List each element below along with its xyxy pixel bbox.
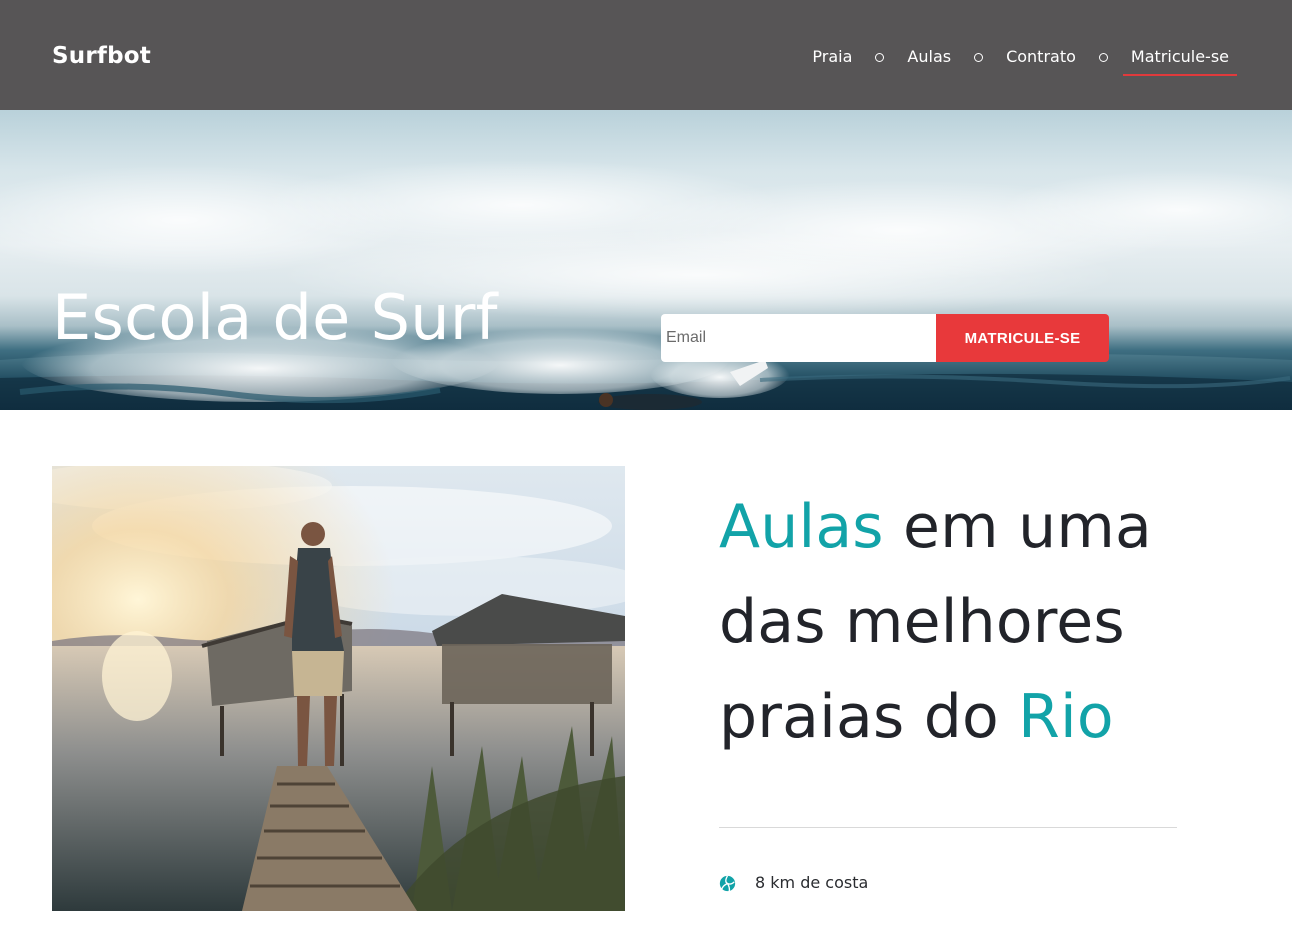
nav-item-matricule-se[interactable]: Matricule-se bbox=[1122, 38, 1238, 76]
signup-form: MATRICULE-SE bbox=[661, 314, 1109, 362]
surfer-on-pier-photo bbox=[52, 466, 625, 911]
about-headline: Aulas em uma das melhores praias do Rio bbox=[719, 480, 1239, 765]
top-navbar: Surfbot Praia Aulas Contrato Matricule-s… bbox=[0, 0, 1292, 110]
headline-accent-rio: Rio bbox=[1018, 682, 1114, 752]
main-nav: Praia Aulas Contrato Matricule-se bbox=[804, 38, 1238, 76]
brand-logo[interactable]: Surfbot bbox=[52, 40, 151, 72]
volleyball-icon bbox=[719, 875, 736, 891]
photo-illustration bbox=[52, 466, 625, 911]
signup-button[interactable]: MATRICULE-SE bbox=[936, 314, 1109, 362]
feature-text: 8 km de costa bbox=[755, 873, 869, 892]
nav-item-aulas[interactable]: Aulas bbox=[899, 38, 959, 76]
hero-banner: Escola de Surf MATRICULE-SE bbox=[0, 110, 1292, 410]
hero-title: Escola de Surf bbox=[52, 281, 498, 354]
headline-accent-aulas: Aulas bbox=[719, 492, 884, 562]
feature-item-coastline: 8 km de costa bbox=[719, 871, 868, 895]
nav-separator-icon bbox=[1098, 52, 1108, 62]
nav-separator-icon bbox=[875, 52, 885, 62]
nav-item-contrato[interactable]: Contrato bbox=[998, 38, 1084, 76]
hero-background-image bbox=[0, 160, 1292, 410]
nav-separator-icon bbox=[974, 52, 984, 62]
section-divider bbox=[719, 827, 1177, 828]
email-field[interactable] bbox=[661, 314, 936, 362]
nav-item-praia[interactable]: Praia bbox=[804, 38, 860, 76]
